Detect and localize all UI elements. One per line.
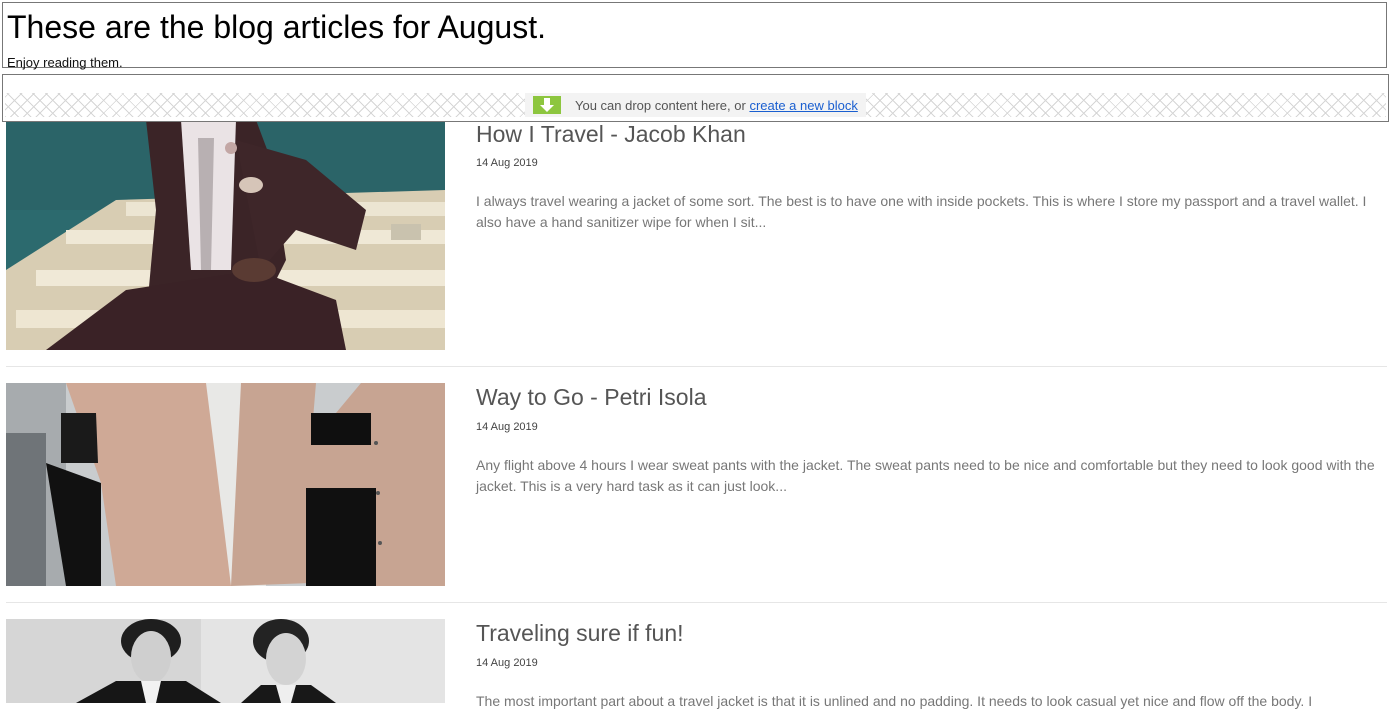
content-drop-zone[interactable]: You can drop content here, or create a n… [2,74,1389,122]
article-title[interactable]: Traveling sure if fun! [476,619,684,647]
article-date: 14 Aug 2019 [476,657,538,669]
drop-zone-strip[interactable]: You can drop content here, or create a n… [5,93,1386,117]
article-excerpt: Any flight above 4 hours I wear sweat pa… [476,457,1375,494]
article-excerpt: I always travel wearing a jacket of some… [476,193,1367,230]
divider [6,366,1387,367]
article-item: Traveling sure if fun! 14 Aug 2019 The m… [6,619,1387,709]
drop-zone-label: You can drop content here, or create a n… [525,93,866,117]
divider [6,602,1387,603]
page-header: These are the blog articles for August. … [2,2,1387,70]
article-thumbnail[interactable] [6,619,445,703]
article-date: 14 Aug 2019 [476,157,538,169]
article-thumbnail[interactable] [6,383,445,586]
page-subtitle: Enjoy reading them. [7,55,123,70]
page-title: These are the blog articles for August. [7,9,546,45]
drop-zone-text: You can drop content here, or [575,97,746,113]
article-thumbnail[interactable] [6,120,445,350]
article-title[interactable]: How I Travel - Jacob Khan [476,120,746,148]
article-date: 14 Aug 2019 [476,421,538,433]
download-arrow-icon [533,96,561,114]
create-new-block-link[interactable]: create a new block [749,98,857,113]
article-excerpt: The most important part about a travel j… [476,693,1313,709]
article-item: Way to Go - Petri Isola 14 Aug 2019 Any … [6,383,1387,593]
article-title[interactable]: Way to Go - Petri Isola [476,383,707,411]
article-item: How I Travel - Jacob Khan 14 Aug 2019 I … [6,120,1387,360]
